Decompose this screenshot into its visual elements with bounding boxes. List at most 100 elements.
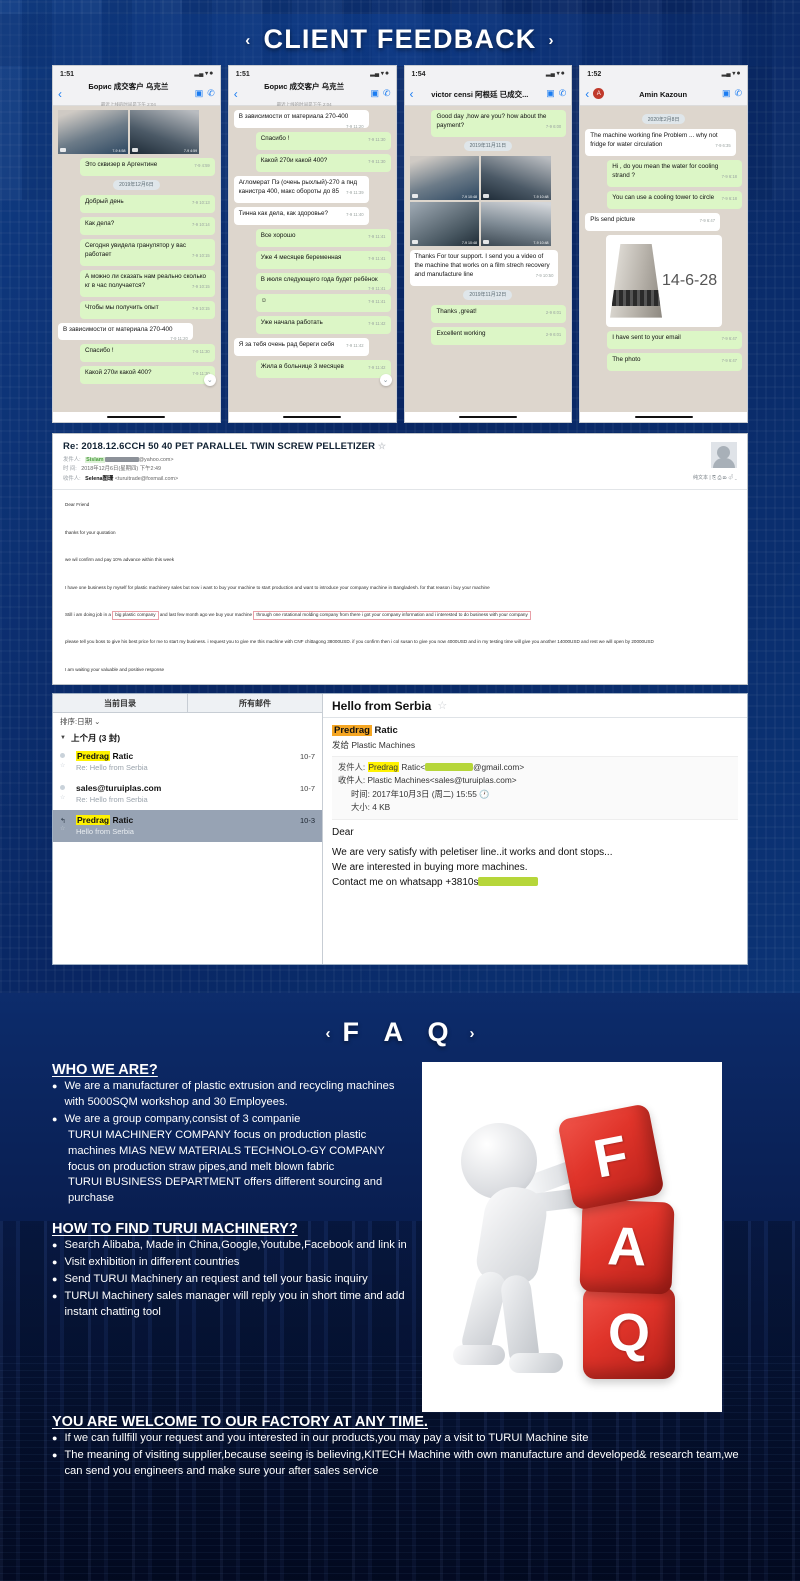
- message-time: 7-9 6:47: [699, 217, 716, 223]
- mail-date: 10-7: [299, 784, 315, 793]
- phone-call-icon[interactable]: ✆: [559, 88, 567, 99]
- hl-pre: Still i am doing job in a: [65, 611, 113, 617]
- message-time: 7-9 11:30: [192, 349, 210, 355]
- chevron-down-icon: ▼: [60, 734, 66, 741]
- date-divider: 2019年12月6日: [113, 179, 160, 190]
- message-text: Excellent working: [436, 329, 486, 337]
- contact-name: victor censi 阿根廷 已成交...: [431, 90, 529, 100]
- message-text: В зависимости от материала 270-400: [238, 113, 349, 120]
- phone-call-icon[interactable]: ✆: [207, 88, 215, 99]
- video-call-icon[interactable]: ▣: [370, 88, 379, 99]
- video-thumbnail[interactable]: 7-9 10:48: [409, 201, 480, 246]
- sender-highlight: Predrag: [76, 815, 111, 825]
- home-indicator: [404, 412, 572, 422]
- bullet-icon: ●: [52, 1433, 58, 1443]
- client-feedback-title-text: CLIENT FEEDBACK: [263, 24, 537, 54]
- mail-subject: Hello from Serbia: [76, 827, 134, 836]
- scroll-to-bottom-icon[interactable]: ⌄: [203, 374, 216, 386]
- scroll-to-bottom-icon[interactable]: ⌄: [379, 374, 392, 386]
- sort-dropdown[interactable]: 排序:日期 ⌄: [53, 713, 322, 729]
- tab-current-folder[interactable]: 当前目录: [53, 694, 188, 712]
- message-text: Уже начала работать: [260, 319, 323, 327]
- chat-message: Тинна как дела, как здоровье? 7-9 11:40: [233, 206, 369, 225]
- chat-message: Thanks ,great! 2-9 6:01: [431, 304, 567, 323]
- chevron-left-icon: ‹: [325, 1025, 331, 1043]
- star-icon[interactable]: ☆: [437, 699, 447, 712]
- date-divider: 2020年2月8日: [641, 114, 686, 124]
- faq-section: ‹ F A Q › WHO WE ARE? ● We are a manufactu…: [0, 993, 800, 1581]
- message-time: 7-9 11:39: [346, 189, 364, 195]
- mail-sender: Predrag Ratic: [76, 751, 294, 761]
- media-attachment[interactable]: 7-9 4:58 7-9 4:59: [58, 110, 200, 154]
- tab-all-mail[interactable]: 所有邮件: [188, 694, 322, 712]
- chat-header: ‹ Борис 成交客户 乌克兰 最近上线的时间是下午 2:04 ▣ ✆: [53, 82, 220, 106]
- home-indicator: [53, 412, 220, 422]
- phone-call-icon[interactable]: ✆: [383, 88, 391, 99]
- message-time: 7-9 11:30: [368, 158, 386, 164]
- star-icon[interactable]: ☆: [60, 825, 70, 832]
- from-name: Sislam: [85, 457, 105, 463]
- message-time: 7-9 10:13: [192, 199, 210, 205]
- message-text: Как дела?: [84, 219, 115, 227]
- message-text: Thanks ,great!: [436, 307, 477, 315]
- mail-item-markers: ↰ ☆: [60, 815, 70, 832]
- back-icon[interactable]: ‹: [410, 88, 414, 100]
- faq-item-text: We are a group company,consist of 3 comp…: [64, 1112, 301, 1125]
- status-bar: 1:52 ▂▄ ▾ ⏺: [580, 66, 747, 82]
- mail-subject: Re: Hello from Serbia: [76, 763, 148, 772]
- redacted-block: [104, 457, 139, 463]
- image-attachment[interactable]: 14-6-28: [605, 234, 722, 327]
- highlighted-phrase-2: through one rotational molding company f…: [253, 610, 531, 620]
- chat-message: Агломерат Пэ (очень рыхлый)-270 а пнд ка…: [233, 175, 369, 203]
- date-value: 2018年12月6日(星期四) 下午2:49: [81, 466, 161, 473]
- sender-rest: Ratic: [371, 725, 398, 736]
- phone-call-icon[interactable]: ✆: [734, 88, 742, 99]
- image-timestamp: 14-6-28: [662, 271, 718, 289]
- faq-list-item: ● Send TURUI Machinery an request and te…: [52, 1272, 412, 1288]
- media-attachment[interactable]: 7-9 10:48 7-9 10:48 7-9 10:48 7-9 10:48: [409, 155, 551, 246]
- status-time: 1:52: [587, 70, 602, 78]
- star-icon[interactable]: ☆: [60, 762, 70, 769]
- faq-list-item: ● The meaning of visiting supplier,becau…: [52, 1448, 748, 1480]
- message-time: 7-9 11:41: [368, 299, 386, 305]
- redacted-email-block: [425, 763, 474, 771]
- video-thumbnail[interactable]: 7-9 4:59: [129, 110, 200, 154]
- sender-rest: Ratic: [110, 815, 134, 825]
- email-highlight-line: Still i am doing job in a big plastic co…: [65, 609, 735, 621]
- video-thumbnail[interactable]: 7-9 4:58: [58, 110, 128, 154]
- video-call-icon[interactable]: ▣: [195, 88, 204, 99]
- video-call-icon[interactable]: ▣: [546, 88, 555, 99]
- star-icon[interactable]: ☆: [378, 441, 386, 451]
- message-time: 7-9 6:00: [545, 123, 562, 129]
- date-label: 时 间:: [63, 466, 77, 473]
- mail-list-item[interactable]: ☆ Predrag Ratic Re: Hello from Serbia 10…: [53, 746, 322, 778]
- faq-item-text: Visit exhibition in different countries: [64, 1256, 240, 1269]
- mail-item-markers: ☆: [60, 783, 70, 801]
- star-icon[interactable]: ☆: [60, 794, 70, 801]
- email-header: Re: 2018.12.6CCH 50 40 PET PARALLEL TWIN…: [53, 434, 747, 491]
- email-body: Dear Friend thanks for your quotation we…: [53, 490, 747, 684]
- faq-list-item: ● We are a manufacturer of plastic extru…: [52, 1079, 412, 1111]
- message-text: Добрый день: [84, 197, 124, 205]
- email-toolbar[interactable]: 纯文本 | ⎘ ⎙ ⌦ ⏎ ⌄: [693, 474, 737, 481]
- chevron-left-icon: ‹: [245, 32, 252, 50]
- video-call-icon[interactable]: ▣: [722, 88, 731, 99]
- back-icon[interactable]: ‹: [234, 88, 238, 100]
- video-thumbnail[interactable]: 7-9 10:48: [409, 155, 480, 200]
- video-thumbnail[interactable]: 7-9 10:48: [481, 155, 551, 200]
- email-date-row: 时 间: 2018年12月6日(星期四) 下午2:49: [63, 465, 737, 474]
- mail-group-header[interactable]: ▼ 上个月 (3 封): [53, 729, 322, 746]
- faq-illustration: Q A F: [422, 1062, 722, 1412]
- back-icon[interactable]: ‹: [585, 88, 589, 100]
- video-thumbnail[interactable]: 7-9 10:48: [481, 201, 551, 246]
- faq-title-text: F A Q: [342, 1017, 458, 1047]
- back-icon[interactable]: ‹: [58, 88, 62, 100]
- chat-body: В зависимости от материала 270-400 7-9 11…: [228, 106, 396, 412]
- chat-header: ‹ victor censi 阿根廷 已成交... ▣ ✆: [404, 82, 572, 106]
- mail-list-item[interactable]: ☆ sales@turuiplas.com Re: Hello from Ser…: [53, 778, 322, 810]
- chat-message: В зависимости от материала 270-400 7-9 11…: [58, 322, 193, 341]
- chat-message: I have sent to your email 7-9 6:47: [607, 330, 742, 349]
- faq-item-text: TURUI Machinery sales manager will reply…: [64, 1289, 405, 1318]
- mail-body-line: We are very satisfy with peletiser line.…: [332, 846, 613, 858]
- mail-list-item-selected[interactable]: ↰ ☆ Predrag Ratic Hello from Serbia 10-3: [53, 810, 322, 842]
